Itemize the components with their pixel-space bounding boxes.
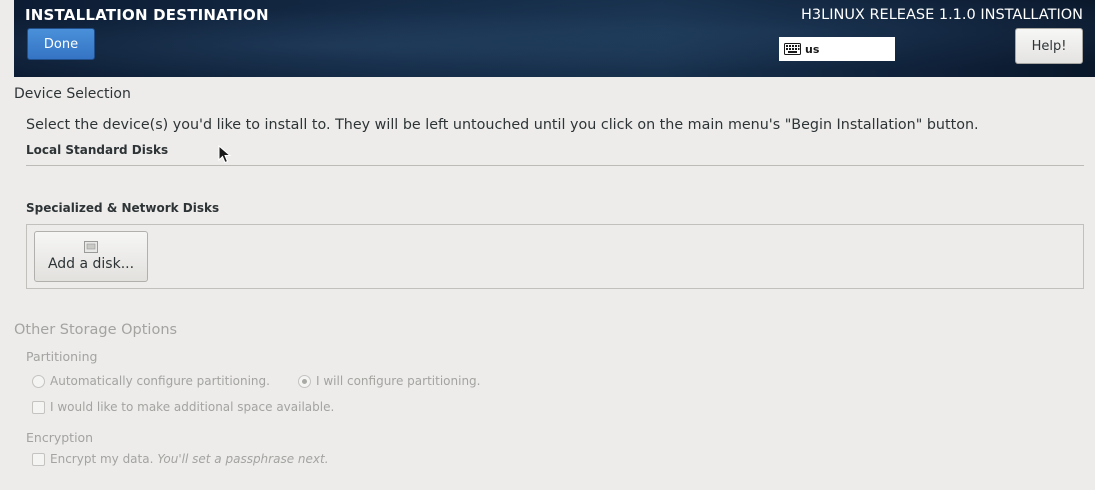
installation-destination-spoke: INSTALLATION DESTINATION H3LINUX RELEASE… <box>0 0 1095 490</box>
keyboard-layout-indicator[interactable]: us <box>779 37 895 61</box>
auto-partitioning-label: Automatically configure partitioning. <box>50 374 270 388</box>
additional-space-label: I would like to make additional space av… <box>50 400 335 414</box>
specialized-network-disks-heading: Specialized & Network Disks <box>26 201 220 215</box>
encrypt-data-label: Encrypt my data. <box>50 452 154 466</box>
done-button[interactable]: Done <box>27 28 95 60</box>
spoke-title: INSTALLATION DESTINATION <box>25 6 269 24</box>
checkbox <box>32 400 45 414</box>
disk-icon <box>84 241 98 253</box>
additional-space-checkbox[interactable]: I would like to make additional space av… <box>32 400 334 414</box>
encryption-label: Encryption <box>26 430 94 445</box>
add-disk-label: Add a disk... <box>47 256 135 272</box>
local-standard-disks-heading: Local Standard Disks <box>26 143 169 157</box>
encrypt-data-checkbox[interactable]: Encrypt my data. You'll set a passphrase… <box>32 452 329 466</box>
encrypt-hint: You'll set a passphrase next. <box>157 452 329 466</box>
keyboard-icon <box>784 43 801 55</box>
help-button[interactable]: Help! <box>1015 28 1083 64</box>
radio-button <box>32 374 45 388</box>
device-selection-instructions: Select the device(s) you'd like to insta… <box>26 117 979 133</box>
manual-partitioning-radio[interactable]: I will configure partitioning. <box>298 374 480 388</box>
mouse-pointer-icon <box>218 145 232 164</box>
partitioning-label: Partitioning <box>26 349 98 364</box>
checkbox <box>32 452 45 466</box>
keyboard-layout-label: us <box>805 42 820 56</box>
product-title: H3LINUX RELEASE 1.1.0 INSTALLATION <box>800 7 1083 23</box>
specialized-disks-area: Add a disk... <box>26 224 1084 289</box>
header-bar: INSTALLATION DESTINATION H3LINUX RELEASE… <box>14 0 1095 77</box>
other-storage-options-heading: Other Storage Options <box>14 322 178 338</box>
device-selection-heading: Device Selection <box>14 86 131 102</box>
manual-partitioning-label: I will configure partitioning. <box>316 374 481 388</box>
local-disks-separator <box>26 165 1084 166</box>
add-disk-button[interactable]: Add a disk... <box>34 231 148 282</box>
auto-partitioning-radio[interactable]: Automatically configure partitioning. <box>32 374 270 388</box>
radio-button-selected <box>298 374 311 388</box>
